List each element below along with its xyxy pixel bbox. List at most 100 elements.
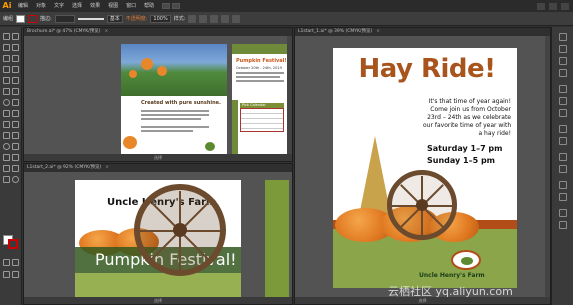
graphic-styles-panel-icon[interactable] <box>559 137 567 145</box>
menu-window[interactable]: 窗口 <box>122 0 140 12</box>
pathfinder-panel-icon[interactable] <box>559 193 567 201</box>
arrange-documents-button[interactable] <box>172 3 181 9</box>
eraser-tool-icon[interactable] <box>12 88 19 95</box>
perspective-grid-tool-icon[interactable] <box>12 121 19 128</box>
document-tab-brochure[interactable]: Brochure.ai* @ 47% (CMYK/预览) × <box>24 28 292 36</box>
layers-panel-icon[interactable] <box>559 153 567 161</box>
brochure-page-front[interactable]: Created with pure sunshine. <box>121 44 227 156</box>
gradient-mode-icon[interactable] <box>12 259 19 266</box>
menu-effect[interactable]: 效果 <box>86 0 104 12</box>
poster-title[interactable]: Hay Ride! <box>337 54 517 84</box>
close-tab-icon[interactable]: × <box>105 29 109 34</box>
poster-body-line: Come join us from October <box>430 106 511 113</box>
gradient-tool-icon[interactable] <box>12 132 19 139</box>
wagon-wheel[interactable] <box>387 170 457 240</box>
artboard-tool-icon[interactable] <box>3 165 10 172</box>
line-tool-icon[interactable] <box>3 66 10 73</box>
magic-wand-tool-icon[interactable] <box>3 44 10 51</box>
align-panel-icon[interactable] <box>559 181 567 189</box>
rectangle-tool-icon[interactable] <box>12 66 19 73</box>
free-transform-tool-icon[interactable] <box>12 110 19 117</box>
color-mode-icon[interactable] <box>3 259 10 266</box>
graphic-style-icon[interactable] <box>188 14 197 23</box>
align-icon[interactable] <box>210 14 219 23</box>
vertical-scrollbar[interactable] <box>545 36 550 297</box>
fill-swatch[interactable] <box>16 14 26 23</box>
shape-builder-tool-icon[interactable] <box>3 121 10 128</box>
opacity-label[interactable]: 不透明度: <box>126 15 148 22</box>
mesh-tool-icon[interactable] <box>3 132 10 139</box>
recolor-icon[interactable] <box>199 14 208 23</box>
menu-edit[interactable]: 编辑 <box>14 0 32 12</box>
opacity-field[interactable]: 100% <box>150 14 171 23</box>
document-tab-start2[interactable]: L1start_2.ai* @ 92% (CMYK/预览) × <box>24 164 292 172</box>
rotate-tool-icon[interactable] <box>3 99 10 106</box>
stroke-swatch[interactable] <box>28 14 38 23</box>
brochure-page-back[interactable]: Pumpkin Festival! October 20th - 24th, 2… <box>232 44 290 156</box>
blob-brush-tool-icon[interactable] <box>3 88 10 95</box>
wagon-wheel-selected[interactable] <box>134 184 226 276</box>
appearance-panel-icon[interactable] <box>559 125 567 133</box>
character-panel-icon[interactable] <box>559 209 567 217</box>
close-tab-icon[interactable]: × <box>105 165 109 170</box>
wheel-hub <box>416 199 428 211</box>
selection-tool-icon[interactable] <box>3 33 10 40</box>
panel-dock <box>551 27 573 305</box>
stroke-color-box[interactable] <box>8 239 18 249</box>
brush-definition-field[interactable]: 基本 <box>106 14 123 23</box>
document-window-start1[interactable]: L1start_1.ai* @ 39% (CMYK/预览) × Hay Ride!… <box>294 27 551 305</box>
stroke-profile-preview[interactable] <box>77 17 104 20</box>
zoom-tool-icon[interactable] <box>12 176 19 183</box>
body-text-line <box>141 130 193 132</box>
document-tab-start1[interactable]: L1start_1.ai* @ 39% (CMYK/预览) × <box>295 28 550 36</box>
isolate-group-icon[interactable] <box>232 14 241 23</box>
pen-tool-icon[interactable] <box>3 55 10 62</box>
document-window-brochure[interactable]: Brochure.ai* @ 47% (CMYK/预览) × Created wi… <box>23 27 293 162</box>
body-text-line <box>141 126 209 128</box>
artboards-panel-icon[interactable] <box>559 165 567 173</box>
eyedropper-tool-icon[interactable] <box>3 143 10 150</box>
scale-tool-icon[interactable] <box>12 99 19 106</box>
watermark: 云栖社区 yq.aliyun.com <box>388 285 513 298</box>
direct-selection-tool-icon[interactable] <box>12 33 19 40</box>
menu-view[interactable]: 视图 <box>104 0 122 12</box>
menu-object[interactable]: 对象 <box>32 0 50 12</box>
blend-tool-icon[interactable] <box>12 143 19 150</box>
type-tool-icon[interactable] <box>12 55 19 62</box>
festival-title: Pumpkin Festival! <box>236 58 287 64</box>
style-label: 样式: <box>173 16 186 22</box>
column-graph-tool-icon[interactable] <box>12 154 19 161</box>
swatches-panel-icon[interactable] <box>559 45 567 53</box>
draw-mode-icon[interactable] <box>3 271 10 278</box>
close-tab-icon[interactable]: × <box>376 29 380 34</box>
gradient-panel-icon[interactable] <box>559 97 567 105</box>
pencil-tool-icon[interactable] <box>12 77 19 84</box>
stroke-weight-field[interactable] <box>54 14 75 23</box>
color-panel-icon[interactable] <box>559 33 567 41</box>
hay-ride-poster-artboard[interactable]: Hay Ride! It's that time of year again! … <box>333 48 517 288</box>
brushes-panel-icon[interactable] <box>559 57 567 65</box>
document-window-start2[interactable]: L1start_2.ai* @ 92% (CMYK/预览) × Uncle Hen… <box>23 163 293 305</box>
vertical-scrollbar[interactable] <box>287 36 292 154</box>
minimize-button[interactable] <box>537 2 545 10</box>
paintbrush-tool-icon[interactable] <box>3 77 10 84</box>
lasso-tool-icon[interactable] <box>12 44 19 51</box>
symbols-panel-icon[interactable] <box>559 69 567 77</box>
maximize-button[interactable] <box>549 2 557 10</box>
close-button[interactable] <box>561 2 569 10</box>
screen-mode-icon[interactable] <box>12 271 19 278</box>
width-tool-icon[interactable] <box>3 110 10 117</box>
slice-tool-icon[interactable] <box>12 165 19 172</box>
symbol-sprayer-tool-icon[interactable] <box>3 154 10 161</box>
menu-help[interactable]: 帮助 <box>140 0 158 12</box>
menu-type[interactable]: 文字 <box>50 0 68 12</box>
paragraph-panel-icon[interactable] <box>559 221 567 229</box>
bridge-button[interactable] <box>162 3 171 9</box>
transparency-panel-icon[interactable] <box>559 109 567 117</box>
body-text-line <box>141 110 209 112</box>
transform-icon[interactable] <box>221 14 230 23</box>
menu-select[interactable]: 选择 <box>68 0 86 12</box>
poster-body-line: a hay ride! <box>478 130 511 137</box>
hand-tool-icon[interactable] <box>3 176 10 183</box>
stroke-panel-icon[interactable] <box>559 85 567 93</box>
